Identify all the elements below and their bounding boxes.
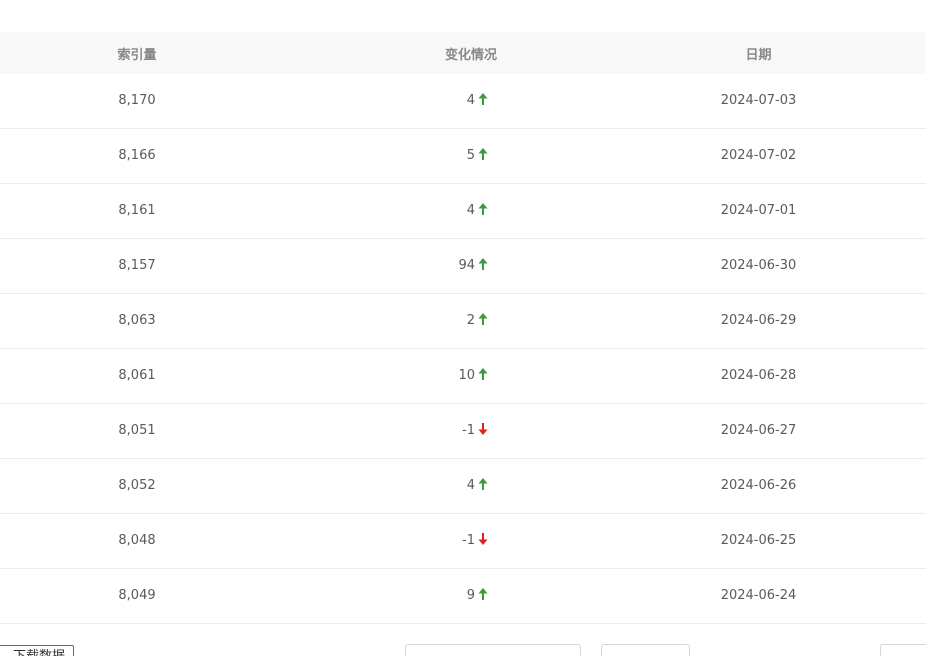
change-value: 2 bbox=[466, 313, 475, 328]
cell-date: 2024-06-24 bbox=[720, 588, 797, 603]
change-value: 4 bbox=[466, 203, 475, 218]
cell-date: 2024-06-27 bbox=[720, 423, 797, 438]
change-value: 5 bbox=[466, 148, 475, 163]
table-row: 8,166 5 2024-07-02 bbox=[0, 129, 926, 184]
cell-index: 8,049 bbox=[118, 588, 156, 603]
cell-date: 2024-06-29 bbox=[720, 313, 797, 328]
page-jump-input[interactable] bbox=[880, 644, 926, 656]
change-value: 94 bbox=[458, 258, 475, 273]
header-index: 索引量 bbox=[117, 47, 157, 63]
cell-index: 8,052 bbox=[118, 478, 156, 493]
table-row: 8,051 -1 2024-06-27 bbox=[0, 404, 926, 459]
change-value: 10 bbox=[458, 368, 475, 383]
cell-index: 8,166 bbox=[118, 148, 156, 163]
cell-date: 2024-07-01 bbox=[720, 203, 797, 218]
cell-change: 94 bbox=[330, 239, 490, 293]
page-size-select[interactable] bbox=[601, 644, 690, 656]
cell-change: 2 bbox=[330, 294, 490, 348]
table-row: 8,049 9 2024-06-24 bbox=[0, 569, 926, 624]
cell-change: 4 bbox=[330, 184, 490, 238]
arrow-up-icon bbox=[478, 478, 488, 490]
change-value: 9 bbox=[466, 588, 475, 603]
cell-change: -1 bbox=[330, 514, 490, 568]
table-row: 8,061 10 2024-06-28 bbox=[0, 349, 926, 404]
table-row: 8,063 2 2024-06-29 bbox=[0, 294, 926, 349]
change-value: -1 bbox=[462, 533, 475, 548]
table-row: 8,157 94 2024-06-30 bbox=[0, 239, 926, 294]
arrow-up-icon bbox=[478, 258, 488, 270]
cell-date: 2024-07-02 bbox=[720, 148, 797, 163]
cell-change: -1 bbox=[330, 404, 490, 458]
cell-date: 2024-06-26 bbox=[720, 478, 797, 493]
cell-change: 9 bbox=[330, 569, 490, 623]
header-date: 日期 bbox=[745, 47, 772, 63]
table-body: 8,170 4 2024-07-03 8,166 5 2024-07-02 8,161 4 20… bbox=[0, 74, 926, 624]
download-data-button[interactable]: 下载数据 bbox=[0, 645, 74, 656]
arrow-up-icon bbox=[478, 368, 488, 380]
arrow-up-icon bbox=[478, 203, 488, 215]
table-header: 索引量 变化情况 日期 bbox=[0, 32, 926, 74]
index-volume-page: 索引量 变化情况 日期 8,170 4 2024-07-03 8,166 5 2024-0… bbox=[0, 0, 926, 656]
index-table: 索引量 变化情况 日期 8,170 4 2024-07-03 8,166 5 2024-0… bbox=[0, 32, 926, 624]
change-value: -1 bbox=[462, 423, 475, 438]
cell-index: 8,157 bbox=[118, 258, 156, 273]
cell-change: 4 bbox=[330, 74, 490, 128]
arrow-up-icon bbox=[478, 588, 488, 600]
table-row: 8,170 4 2024-07-03 bbox=[0, 74, 926, 129]
cell-date: 2024-06-30 bbox=[720, 258, 797, 273]
cell-date: 2024-07-03 bbox=[720, 93, 797, 108]
cell-index: 8,051 bbox=[118, 423, 156, 438]
cell-change: 4 bbox=[330, 459, 490, 513]
arrow-up-icon bbox=[478, 148, 488, 160]
table-row: 8,161 4 2024-07-01 bbox=[0, 184, 926, 239]
table-row: 8,052 4 2024-06-26 bbox=[0, 459, 926, 514]
arrow-up-icon bbox=[478, 313, 488, 325]
header-change: 变化情况 bbox=[444, 47, 497, 63]
cell-index: 8,048 bbox=[118, 533, 156, 548]
cell-index: 8,061 bbox=[118, 368, 156, 383]
change-value: 4 bbox=[466, 478, 475, 493]
arrow-down-icon bbox=[478, 533, 488, 545]
pagination-control[interactable] bbox=[405, 644, 581, 656]
cell-index: 8,161 bbox=[118, 203, 156, 218]
cell-index: 8,170 bbox=[118, 93, 156, 108]
cell-date: 2024-06-28 bbox=[720, 368, 797, 383]
footer-toolbar: 下载数据 bbox=[0, 644, 926, 656]
cell-date: 2024-06-25 bbox=[720, 533, 797, 548]
cell-change: 5 bbox=[330, 129, 490, 183]
arrow-up-icon bbox=[478, 93, 488, 105]
cell-change: 10 bbox=[330, 349, 490, 403]
cell-index: 8,063 bbox=[118, 313, 156, 328]
arrow-down-icon bbox=[478, 423, 488, 435]
table-row: 8,048 -1 2024-06-25 bbox=[0, 514, 926, 569]
change-value: 4 bbox=[466, 93, 475, 108]
